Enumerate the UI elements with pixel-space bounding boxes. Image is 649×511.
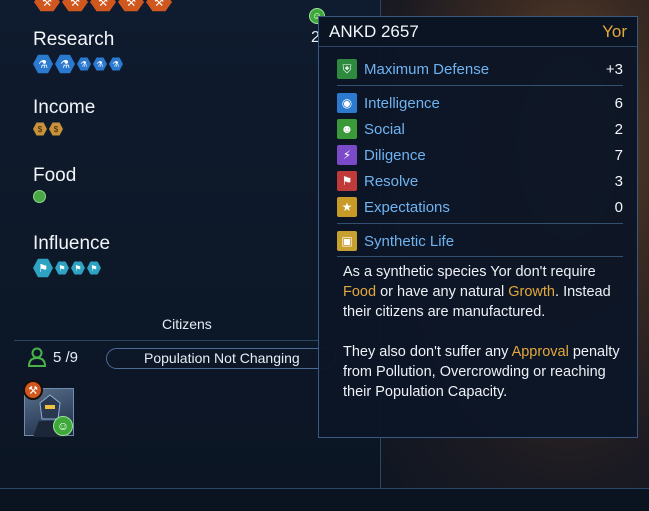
research-flask-icon: ⚗ bbox=[93, 57, 107, 71]
tooltip-divider bbox=[337, 85, 623, 86]
description-paragraph: As a synthetic species Yor don't require… bbox=[343, 264, 611, 320]
growth-keyword: Growth bbox=[508, 284, 556, 300]
row-label: Diligence bbox=[364, 146, 426, 164]
population-icon bbox=[28, 347, 46, 367]
trait-synthetic-life: ▣ Synthetic Life bbox=[337, 230, 623, 252]
circuit-chip-icon: ▣ bbox=[337, 231, 357, 251]
system-tooltip: ANKD 2657 Yor ⛨ Maximum Defense +3 ◉ Int… bbox=[318, 16, 638, 438]
star-icon: ★ bbox=[337, 197, 357, 217]
industry-hammer-icon: ⚒ bbox=[118, 0, 144, 12]
row-label: Social bbox=[364, 120, 405, 138]
row-label: Resolve bbox=[364, 172, 419, 190]
row-intelligence: ◉ Intelligence 6 bbox=[337, 92, 623, 114]
dust-coin-icon: $ bbox=[33, 122, 47, 136]
row-value: 0 bbox=[614, 198, 623, 216]
research-flask-icon: ⚗ bbox=[109, 57, 123, 71]
row-value: 6 bbox=[614, 94, 623, 112]
citizens-title: Citizens bbox=[162, 316, 212, 332]
research-flask-icon: ⚗ bbox=[55, 54, 75, 74]
row-social: ☻ Social 2 bbox=[337, 118, 623, 140]
row-value: +3 bbox=[605, 60, 623, 78]
trait-description: As a synthetic species Yor don't require… bbox=[343, 262, 621, 422]
dust-coin-icon: $ bbox=[49, 122, 63, 136]
food-label: Food bbox=[33, 165, 77, 186]
description-paragraph: They also don't suffer any Approval pena… bbox=[343, 344, 620, 400]
influence-flag-icon: ⚑ bbox=[87, 261, 101, 275]
row-resolve: ⚑ Resolve 3 bbox=[337, 170, 623, 192]
row-diligence: ⚡ Diligence 7 bbox=[337, 144, 623, 166]
food-icon-row bbox=[33, 190, 76, 203]
food-stat[interactable]: Food bbox=[33, 165, 76, 203]
income-stat[interactable]: Income $ $ bbox=[33, 97, 95, 136]
row-label: Intelligence bbox=[364, 94, 440, 112]
row-value: 3 bbox=[614, 172, 623, 190]
people-icon: ☻ bbox=[337, 119, 357, 139]
influence-flag-icon: ⚑ bbox=[55, 261, 69, 275]
research-stat[interactable]: Research ⚗ ⚗ ⚗ ⚗ ⚗ bbox=[33, 29, 123, 74]
industry-hammer-icon: ⚒ bbox=[62, 0, 88, 12]
population-count: 5 /9 bbox=[53, 349, 79, 366]
shield-icon: ⛨ bbox=[337, 59, 357, 79]
lightbulb-icon: ◉ bbox=[337, 93, 357, 113]
row-value: 2 bbox=[614, 120, 623, 138]
income-label: Income bbox=[33, 97, 96, 118]
influence-label: Influence bbox=[33, 233, 111, 254]
industry-hammer-icon: ⚒ bbox=[34, 0, 60, 12]
research-flask-icon: ⚗ bbox=[33, 54, 53, 74]
lightning-icon: ⚡ bbox=[337, 145, 357, 165]
approval-smile-icon: ☺ bbox=[53, 416, 73, 436]
influence-flag-icon: ⚑ bbox=[33, 258, 53, 278]
approval-keyword: Approval bbox=[511, 344, 569, 360]
tooltip-divider bbox=[337, 256, 623, 257]
population-status[interactable]: Population Not Changing bbox=[106, 348, 336, 369]
flag-runner-icon: ⚑ bbox=[337, 171, 357, 191]
row-value: 7 bbox=[614, 146, 623, 164]
income-icon-row: $ $ bbox=[33, 122, 95, 136]
tooltip-title: ANKD 2657 bbox=[329, 21, 419, 41]
research-icon-row: ⚗ ⚗ ⚗ ⚗ ⚗ bbox=[33, 54, 123, 74]
industry-hammer-icon: ⚒ bbox=[146, 0, 172, 12]
food-apple-icon bbox=[33, 190, 46, 203]
influence-flag-icon: ⚑ bbox=[71, 261, 85, 275]
industry-hammer-icon: ⚒ bbox=[90, 0, 116, 12]
bottom-bar bbox=[0, 488, 649, 511]
tooltip-owner: Yor bbox=[602, 21, 627, 41]
tooltip-header: ANKD 2657 Yor bbox=[319, 17, 637, 47]
research-label: Research bbox=[33, 29, 115, 50]
food-keyword: Food bbox=[343, 284, 377, 300]
influence-stat[interactable]: Influence ⚑ ⚑ ⚑ ⚑ bbox=[33, 233, 110, 278]
research-flask-icon: ⚗ bbox=[77, 57, 91, 71]
row-label: Maximum Defense bbox=[364, 60, 490, 78]
industry-icon-row: ⚒ ⚒ ⚒ ⚒ ⚒ bbox=[34, 0, 172, 12]
tooltip-divider bbox=[337, 223, 623, 224]
row-expectations: ★ Expectations 0 bbox=[337, 196, 623, 218]
trait-label: Synthetic Life bbox=[364, 232, 455, 250]
row-maximum-defense: ⛨ Maximum Defense +3 bbox=[337, 58, 623, 80]
row-label: Expectations bbox=[364, 198, 450, 216]
influence-icon-row: ⚑ ⚑ ⚑ ⚑ bbox=[33, 258, 110, 278]
industry-job-icon: ⚒ bbox=[23, 380, 43, 400]
